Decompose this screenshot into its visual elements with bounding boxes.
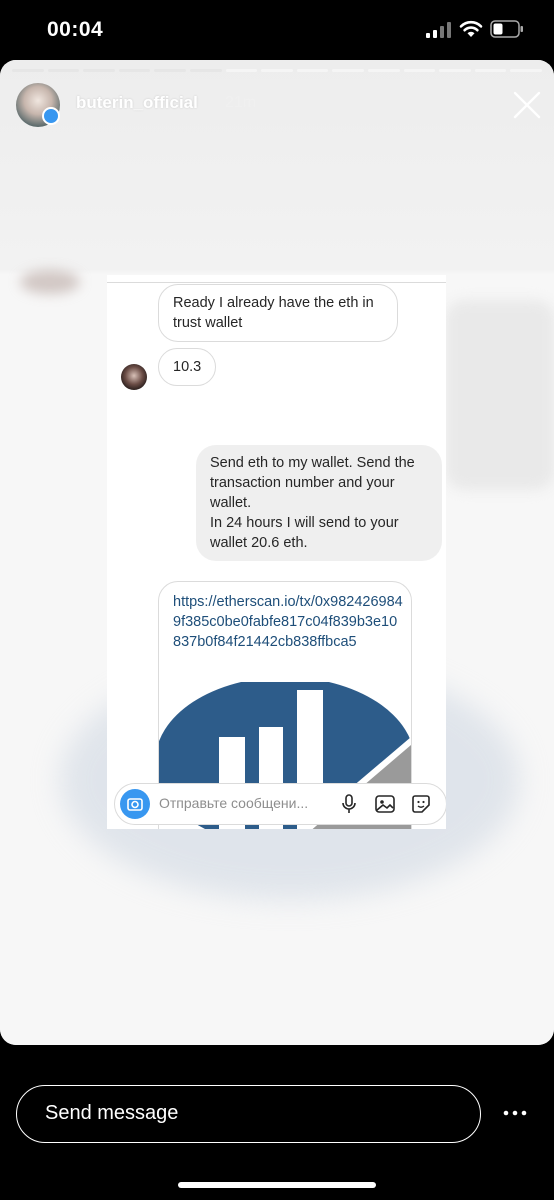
camera-icon — [120, 789, 150, 819]
story-header: buterin_official 21m — [0, 60, 554, 150]
status-time: 00:04 — [47, 18, 104, 41]
gallery-icon — [375, 795, 395, 813]
battery-icon — [490, 20, 523, 38]
send-message-input[interactable]: Send message — [16, 1085, 481, 1143]
status-bar: 00:04 — [0, 0, 554, 60]
dm-message-input: Отправьте сообщени... — [114, 783, 446, 825]
message-bubble: Ready I already have the eth in trust wa… — [158, 284, 398, 342]
verified-badge-icon — [42, 107, 60, 125]
story-time-ago: 21m — [225, 94, 257, 111]
story-username[interactable]: buterin_official — [76, 93, 198, 113]
cellular-signal-icon — [426, 22, 451, 38]
message-bubble: Send eth to my wallet. Send the transact… — [196, 445, 442, 561]
dm-input-placeholder: Отправьте сообщени... — [159, 795, 309, 811]
divider — [107, 275, 446, 283]
more-options-icon[interactable] — [500, 1103, 530, 1123]
close-icon[interactable] — [512, 90, 542, 120]
wifi-icon — [459, 20, 483, 37]
send-message-placeholder: Send message — [45, 1102, 179, 1124]
message-line: Send eth to my wallet. Send the transact… — [210, 455, 415, 511]
reply-bar: Send message — [0, 1045, 554, 1200]
sender-avatar — [121, 364, 147, 390]
link-url: https://etherscan.io/tx/0x9824269849f385… — [173, 594, 403, 650]
message-bubble: 10.3 — [158, 348, 216, 386]
story-viewer[interactable]: buterin_official 21m Ready I already hav… — [0, 60, 554, 1045]
sticker-icon — [412, 795, 430, 813]
home-indicator — [178, 1182, 376, 1188]
microphone-icon — [342, 794, 356, 813]
blurred-background-shape — [445, 300, 554, 490]
chat-screenshot: Ready I already have the eth in trust wa… — [107, 275, 446, 829]
blurred-background-shape — [20, 270, 80, 294]
message-line: In 24 hours I will send to your wallet 2… — [210, 515, 399, 551]
